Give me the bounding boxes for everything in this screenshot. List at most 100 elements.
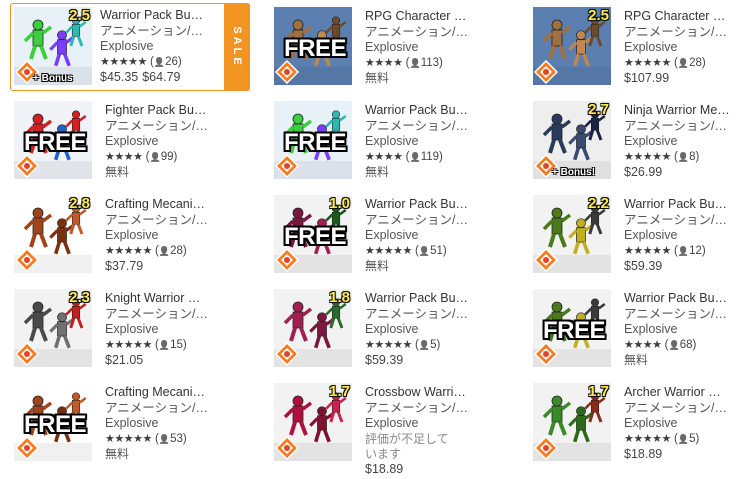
product-title[interactable]: RPG Character … <box>624 9 736 25</box>
free-label: FREE <box>543 317 606 344</box>
product-category[interactable]: アニメーション/… <box>105 213 217 229</box>
product-category[interactable]: アニメーション/… <box>105 401 217 417</box>
star-rating: ★★★★★ <box>365 338 412 351</box>
product-title[interactable]: Warrior Pack Bu… <box>365 197 477 213</box>
crafting-mecanim-icon[interactable]: FREE <box>14 383 92 461</box>
product-card[interactable]: 2.8 Crafting Mecani… アニメーション/… Explosive ★★★… <box>10 191 250 279</box>
product-info: Crafting Mecani… アニメーション/… Explosive ★★★★★ … <box>105 385 217 463</box>
product-publisher[interactable]: Explosive <box>365 40 477 56</box>
ninja-warrior-icon[interactable]: 2.7 + Bonus! <box>533 101 611 179</box>
no-rating-text: 評価が不足しています <box>365 431 449 461</box>
product-title[interactable]: Warrior Pack Bu… <box>624 197 736 213</box>
product-category[interactable]: アニメーション/… <box>105 119 217 135</box>
review-count: (👤5) <box>670 432 700 445</box>
product-publisher[interactable]: Explosive <box>105 134 217 150</box>
version-badge: 2.3 <box>69 289 90 306</box>
product-title[interactable]: Knight Warrior … <box>105 291 217 307</box>
price: 無料 <box>105 165 130 179</box>
product-publisher[interactable]: Explosive <box>624 322 736 338</box>
product-card[interactable]: 2.3 Knight Warrior … アニメーション/… Explosive ★★★… <box>10 285 250 373</box>
price-row: $26.99 <box>624 165 736 181</box>
product-category[interactable]: アニメーション/… <box>624 213 736 229</box>
knight-warrior-icon[interactable]: 2.3 <box>14 289 92 367</box>
product-publisher[interactable]: Explosive <box>105 416 217 432</box>
user-icon: 👤 <box>677 57 690 68</box>
product-category[interactable]: アニメーション/… <box>624 307 736 323</box>
product-category[interactable]: アニメーション/… <box>624 25 736 41</box>
star-rating: ★★★★★ <box>365 244 412 257</box>
product-category[interactable]: アニメーション/… <box>365 401 477 417</box>
user-icon: 👤 <box>418 339 431 350</box>
product-category[interactable]: アニメーション/… <box>624 119 736 135</box>
archer-warrior-icon[interactable]: 1.7 <box>533 383 611 461</box>
product-title[interactable]: Archer Warrior … <box>624 385 736 401</box>
product-card[interactable]: 2.5 + Bonus Warrior Pack Bu… アニメーション/… Explo… <box>10 3 250 91</box>
product-title[interactable]: Warrior Pack Bu… <box>100 8 212 24</box>
product-title[interactable]: Crafting Mecani… <box>105 385 217 401</box>
product-category[interactable]: アニメーション/… <box>365 307 477 323</box>
product-category[interactable]: アニメーション/… <box>100 24 212 40</box>
rating-row: ★★★★ (👤119) <box>365 150 477 166</box>
review-count: (👤99) <box>142 150 178 163</box>
review-count: (👤53) <box>151 432 187 445</box>
price-row: 無料 <box>365 259 477 275</box>
product-publisher[interactable]: Explosive <box>624 228 736 244</box>
product-publisher[interactable]: Explosive <box>100 39 212 55</box>
crossbow-warrior-icon[interactable]: 1.7 <box>274 383 352 461</box>
fighter-pack-icon[interactable]: FREE <box>14 101 92 179</box>
product-card[interactable]: FREE Fighter Pack Bu… アニメーション/… Explosive ★★… <box>10 97 250 185</box>
product-publisher[interactable]: Explosive <box>365 228 477 244</box>
rating-row: ★★★★★ (👤15) <box>105 338 217 354</box>
product-card[interactable]: 2.2 Warrior Pack Bu… アニメーション/… Explosive ★★★… <box>529 191 747 279</box>
product-card[interactable]: 1.7 Archer Warrior … アニメーション/… Explosive ★★★… <box>529 379 747 467</box>
product-title[interactable]: Ninja Warrior Me… <box>624 103 736 119</box>
product-category[interactable]: アニメーション/… <box>365 213 477 229</box>
product-card[interactable]: FREE Warrior Pack Bu… アニメーション/… Explosive ★★… <box>529 285 747 373</box>
product-publisher[interactable]: Explosive <box>365 134 477 150</box>
crafting-mecanim-icon[interactable]: 2.8 <box>14 195 92 273</box>
product-card[interactable]: 1.7 Crossbow Warri… アニメーション/… Explosive 評価が不… <box>270 379 510 476</box>
product-category[interactable]: アニメーション/… <box>365 119 477 135</box>
rating-row: ★★★★ (👤113) <box>365 56 477 72</box>
rpg-character-icon[interactable]: 2.5 <box>533 7 611 85</box>
product-title[interactable]: Warrior Pack Bu… <box>624 291 736 307</box>
product-title[interactable]: Crafting Mecani… <box>105 197 217 213</box>
rpg-character-icon[interactable]: FREE <box>274 7 352 85</box>
product-category[interactable]: アニメーション/… <box>365 25 477 41</box>
warrior-pack-icon[interactable]: FREE 1.0 <box>274 195 352 273</box>
user-icon: 👤 <box>677 433 690 444</box>
product-title[interactable]: Warrior Pack Bu… <box>365 291 477 307</box>
product-card[interactable]: 2.5 RPG Character … アニメーション/… Explosive ★★★★… <box>529 3 747 91</box>
product-publisher[interactable]: Explosive <box>365 322 477 338</box>
product-card[interactable]: 1.8 Warrior Pack Bu… アニメーション/… Explosive ★★★… <box>270 285 510 373</box>
product-info: RPG Character … アニメーション/… Explosive ★★★★ (👤… <box>365 9 477 87</box>
product-publisher[interactable]: Explosive <box>624 40 736 56</box>
product-card[interactable]: FREE Warrior Pack Bu… アニメーション/… Explosive ★★… <box>270 97 510 185</box>
warrior-pack-icon[interactable]: FREE <box>274 101 352 179</box>
warrior-pack-icon[interactable]: FREE <box>533 289 611 367</box>
product-card[interactable]: FREE Crafting Mecani… アニメーション/… Explosive ★★… <box>10 379 250 467</box>
product-category[interactable]: アニメーション/… <box>624 401 736 417</box>
product-card[interactable]: 2.7 + Bonus! Ninja Warrior Me… アニメーション/… Exp… <box>529 97 747 185</box>
product-publisher[interactable]: Explosive <box>624 416 736 432</box>
rating-row: ★★★★ (👤68) <box>624 338 736 354</box>
rating-row: ★★★★★ (👤53) <box>105 432 217 448</box>
product-title[interactable]: Crossbow Warri… <box>365 385 477 401</box>
price: $45.35 <box>100 70 139 84</box>
product-category[interactable]: アニメーション/… <box>105 307 217 323</box>
review-count-value: 15 <box>170 338 183 351</box>
product-publisher[interactable]: Explosive <box>624 134 736 150</box>
product-card[interactable]: FREE 1.0 Warrior Pack Bu… アニメーション/… Explosiv… <box>270 191 510 279</box>
product-title[interactable]: RPG Character … <box>365 9 477 25</box>
product-card[interactable]: FREE RPG Character … アニメーション/… Explosive ★★★… <box>270 3 510 91</box>
price: $107.99 <box>624 71 670 85</box>
product-publisher[interactable]: Explosive <box>365 416 477 432</box>
warrior-pack-icon[interactable]: 2.5 + Bonus <box>14 7 92 85</box>
warrior-pack-icon[interactable]: 1.8 <box>274 289 352 367</box>
product-title[interactable]: Fighter Pack Bu… <box>105 103 217 119</box>
product-title[interactable]: Warrior Pack Bu… <box>365 103 477 119</box>
product-publisher[interactable]: Explosive <box>105 228 217 244</box>
product-info: Warrior Pack Bu… アニメーション/… Explosive ★★★★ (… <box>365 103 477 181</box>
product-publisher[interactable]: Explosive <box>105 322 217 338</box>
warrior-pack-icon[interactable]: 2.2 <box>533 195 611 273</box>
